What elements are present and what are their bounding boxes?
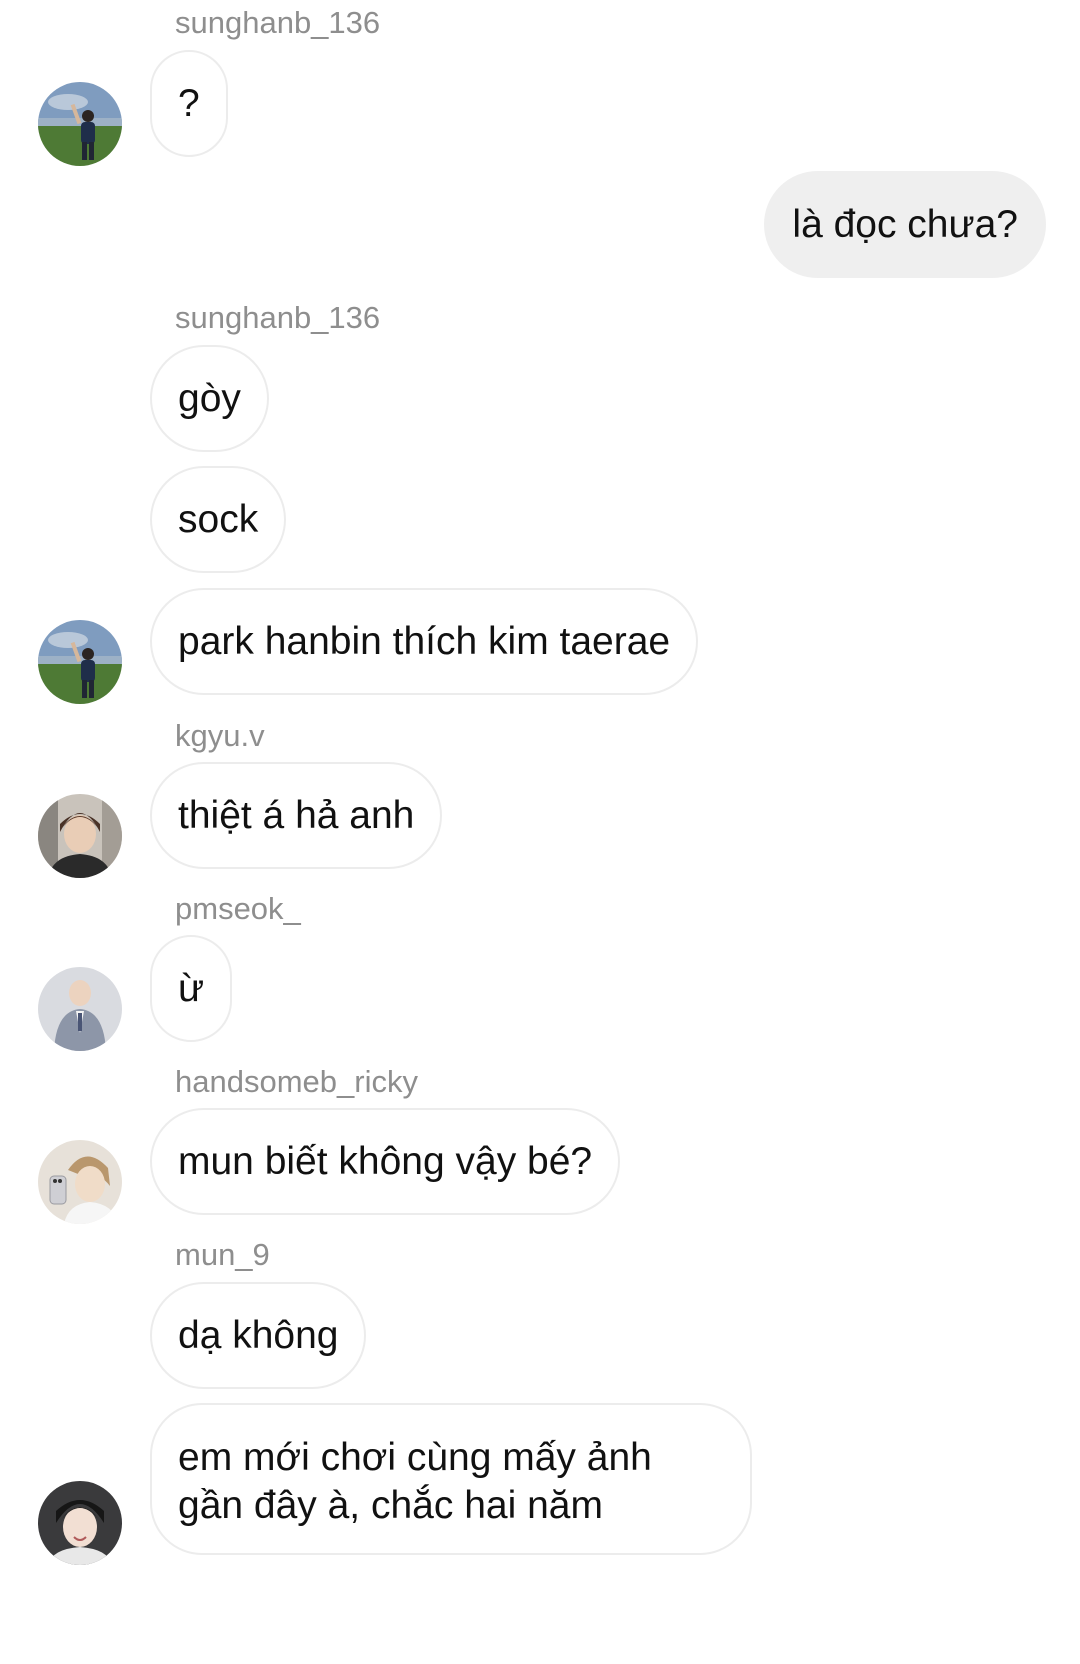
message-bubble[interactable]: gòy [150,345,269,452]
portrait-avatar-icon [38,1481,122,1565]
field-photo-avatar-icon [38,620,122,704]
suit-portrait-avatar-icon [38,967,122,1051]
sender-username: sunghanb_136 [175,300,381,335]
sunghanb-avatar[interactable] [38,620,122,704]
sender-username: kgyu.v [175,718,265,753]
portrait-avatar-icon [38,794,122,878]
message-bubble[interactable]: park hanbin thích kim taerae [150,588,699,695]
message-bubble[interactable]: ? [150,50,228,157]
pmseok-avatar[interactable] [38,967,122,1051]
message-bubble[interactable]: dạ không [150,1282,367,1389]
message-bubble[interactable]: thiệt á hả anh [150,762,443,869]
sender-username: pmseok_ [175,891,301,926]
sunghanb-avatar[interactable] [38,82,122,166]
sender-username: handsomeb_ricky [175,1064,418,1099]
message-line: gần đây à, chắc hai năm [178,1484,603,1527]
sender-username: sunghanb_136 [175,5,381,40]
message-bubble[interactable]: ừ [150,935,233,1042]
sender-username: mun_9 [175,1237,270,1272]
message-bubble[interactable]: mun biết không vậy bé? [150,1108,621,1215]
mun-avatar[interactable] [38,1481,122,1565]
selfie-avatar-icon [38,1140,122,1224]
message-bubble[interactable]: sock [150,466,287,573]
message-line: em mới chơi cùng mấy ảnh [178,1436,652,1479]
message-bubble[interactable]: em mới chơi cùng mấy ảnh gần đây à, chắc… [150,1403,752,1555]
field-photo-avatar-icon [38,82,122,166]
outgoing-message-bubble[interactable]: là đọc chưa? [764,171,1046,278]
handsomeb-ricky-avatar[interactable] [38,1140,122,1224]
kgyu-avatar[interactable] [38,794,122,878]
